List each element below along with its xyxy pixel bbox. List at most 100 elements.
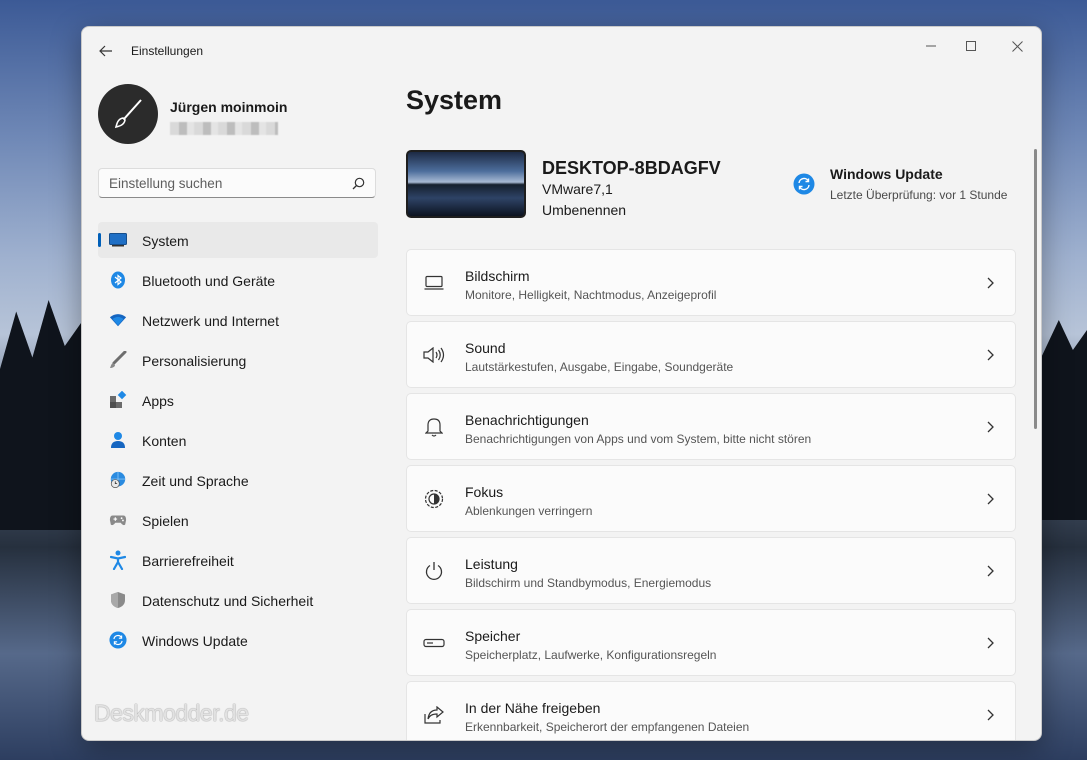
sidebar-item-label: Apps <box>142 393 174 409</box>
chevron-right-icon <box>987 637 994 649</box>
card-description: Erkennbarkeit, Speicherort der empfangen… <box>465 720 750 734</box>
maximize-button[interactable] <box>948 31 994 61</box>
maximize-icon <box>966 41 976 51</box>
sidebar-nav: System Bluetooth und Geräte Netzwerk und… <box>98 222 378 662</box>
display-icon <box>423 272 445 294</box>
card-title: Sound <box>465 340 506 356</box>
card-title: Speicher <box>465 628 521 644</box>
card-title: In der Nähe freigeben <box>465 700 601 716</box>
chevron-right-icon <box>987 421 994 433</box>
card-sound[interactable]: Sound Lautstärkestufen, Ausgabe, Eingabe… <box>406 321 1016 388</box>
back-button[interactable] <box>96 41 116 61</box>
card-nearby-sharing[interactable]: In der Nähe freigeben Erkennbarkeit, Spe… <box>406 681 1016 740</box>
sidebar-item-privacy-security[interactable]: Datenschutz und Sicherheit <box>98 582 378 618</box>
accessibility-icon <box>109 550 127 570</box>
brush-icon <box>109 351 127 369</box>
windows-update-icon[interactable] <box>793 173 815 195</box>
windows-update-status: Letzte Überprüfung: vor 1 Stunde <box>830 188 1008 202</box>
settings-window: Einstellungen Jürgen moinmoin Einstellun… <box>81 26 1042 741</box>
globe-clock-icon <box>109 471 127 489</box>
share-icon <box>423 704 445 726</box>
sidebar-item-label: Netzwerk und Internet <box>142 313 279 329</box>
shield-icon <box>109 591 127 609</box>
card-description: Bildschirm und Standbymodus, Energiemodu… <box>465 576 712 590</box>
chevron-right-icon <box>987 709 994 721</box>
sidebar-item-time-language[interactable]: Zeit und Sprache <box>98 462 378 498</box>
card-title: Bildschirm <box>465 268 530 284</box>
sidebar-item-label: Bluetooth und Geräte <box>142 273 276 289</box>
avatar[interactable] <box>98 84 158 144</box>
sidebar-item-personalization[interactable]: Personalisierung <box>98 342 378 378</box>
sidebar-item-windows-update[interactable]: Windows Update <box>98 622 378 658</box>
chevron-right-icon <box>987 565 994 577</box>
device-model: VMware7,1 <box>542 181 613 197</box>
sidebar-item-label: Windows Update <box>142 633 248 649</box>
card-title: Fokus <box>465 484 504 500</box>
speaker-icon <box>423 344 445 366</box>
chevron-right-icon <box>987 493 994 505</box>
card-description: Benachrichtigungen von Apps und vom Syst… <box>465 432 812 446</box>
settings-list: Bildschirm Monitore, Helligkeit, Nachtmo… <box>406 249 1016 740</box>
sidebar-item-bluetooth[interactable]: Bluetooth und Geräte <box>98 262 378 298</box>
scrollbar[interactable] <box>1034 149 1037 429</box>
minimize-icon <box>926 45 936 47</box>
sidebar-item-label: Spielen <box>142 513 189 529</box>
chevron-right-icon <box>987 349 994 361</box>
watermark: Deskmodder.de <box>94 700 249 726</box>
search-box[interactable] <box>98 168 376 198</box>
sidebar-item-system[interactable]: System <box>98 222 378 258</box>
card-focus[interactable]: Fokus Ablenkungen verringern <box>406 465 1016 532</box>
sidebar-item-label: System <box>142 233 189 249</box>
card-notifications[interactable]: Benachrichtigungen Benachrichtigungen vo… <box>406 393 1016 460</box>
device-name: DESKTOP-8BDAGFV <box>542 158 721 178</box>
bluetooth-icon <box>109 271 127 289</box>
person-icon <box>109 431 127 449</box>
windows-update-title[interactable]: Windows Update <box>830 166 943 182</box>
chevron-right-icon <box>987 277 994 289</box>
wallpaper-treeline-left <box>0 300 81 530</box>
monitor-icon <box>109 231 127 249</box>
arrow-left-icon <box>99 45 112 57</box>
sidebar-item-accounts[interactable]: Konten <box>98 422 378 458</box>
user-name: Jürgen moinmoin <box>170 99 288 115</box>
sidebar-item-label: Datenschutz und Sicherheit <box>142 593 314 609</box>
search-input[interactable] <box>109 169 339 197</box>
window-title: Einstellungen <box>131 44 204 58</box>
card-display[interactable]: Bildschirm Monitore, Helligkeit, Nachtmo… <box>406 249 1016 316</box>
card-description: Speicherplatz, Laufwerke, Konfigurations… <box>465 648 717 662</box>
sidebar-item-accessibility[interactable]: Barrierefreiheit <box>98 542 378 578</box>
sidebar-item-network[interactable]: Netzwerk und Internet <box>98 302 378 338</box>
sync-icon <box>109 631 127 649</box>
wifi-icon <box>109 311 127 329</box>
card-description: Ablenkungen verringern <box>465 504 593 518</box>
close-icon <box>1011 40 1023 52</box>
sidebar: Jürgen moinmoin System Bluetooth und Ger… <box>82 75 392 740</box>
sidebar-item-gaming[interactable]: Spielen <box>98 502 378 538</box>
card-description: Monitore, Helligkeit, Nachtmodus, Anzeig… <box>465 288 717 302</box>
user-email-redacted <box>170 122 278 135</box>
brush-avatar-icon <box>114 99 142 129</box>
sidebar-item-label: Personalisierung <box>142 353 247 369</box>
search-icon[interactable] <box>352 177 365 190</box>
close-button[interactable] <box>994 31 1040 61</box>
sidebar-item-label: Konten <box>142 433 187 449</box>
title-bar: Einstellungen <box>82 27 1041 75</box>
focus-icon <box>423 488 445 510</box>
sidebar-item-apps[interactable]: Apps <box>98 382 378 418</box>
page-title: System <box>406 85 503 115</box>
card-storage[interactable]: Speicher Speicherplatz, Laufwerke, Konfi… <box>406 609 1016 676</box>
gamepad-icon <box>109 511 127 529</box>
sidebar-item-label: Zeit und Sprache <box>142 473 249 489</box>
apps-icon <box>109 391 127 409</box>
card-power[interactable]: Leistung Bildschirm und Standbymodus, En… <box>406 537 1016 604</box>
rename-link[interactable]: Umbenennen <box>542 202 626 218</box>
bell-icon <box>423 416 445 438</box>
active-indicator <box>98 233 101 247</box>
power-icon <box>423 560 445 582</box>
wallpaper-treeline-right <box>1040 320 1087 520</box>
card-title: Benachrichtigungen <box>465 412 589 428</box>
storage-icon <box>423 632 445 654</box>
sidebar-item-label: Barrierefreiheit <box>142 553 234 569</box>
card-description: Lautstärkestufen, Ausgabe, Eingabe, Soun… <box>465 360 734 374</box>
card-title: Leistung <box>465 556 518 572</box>
